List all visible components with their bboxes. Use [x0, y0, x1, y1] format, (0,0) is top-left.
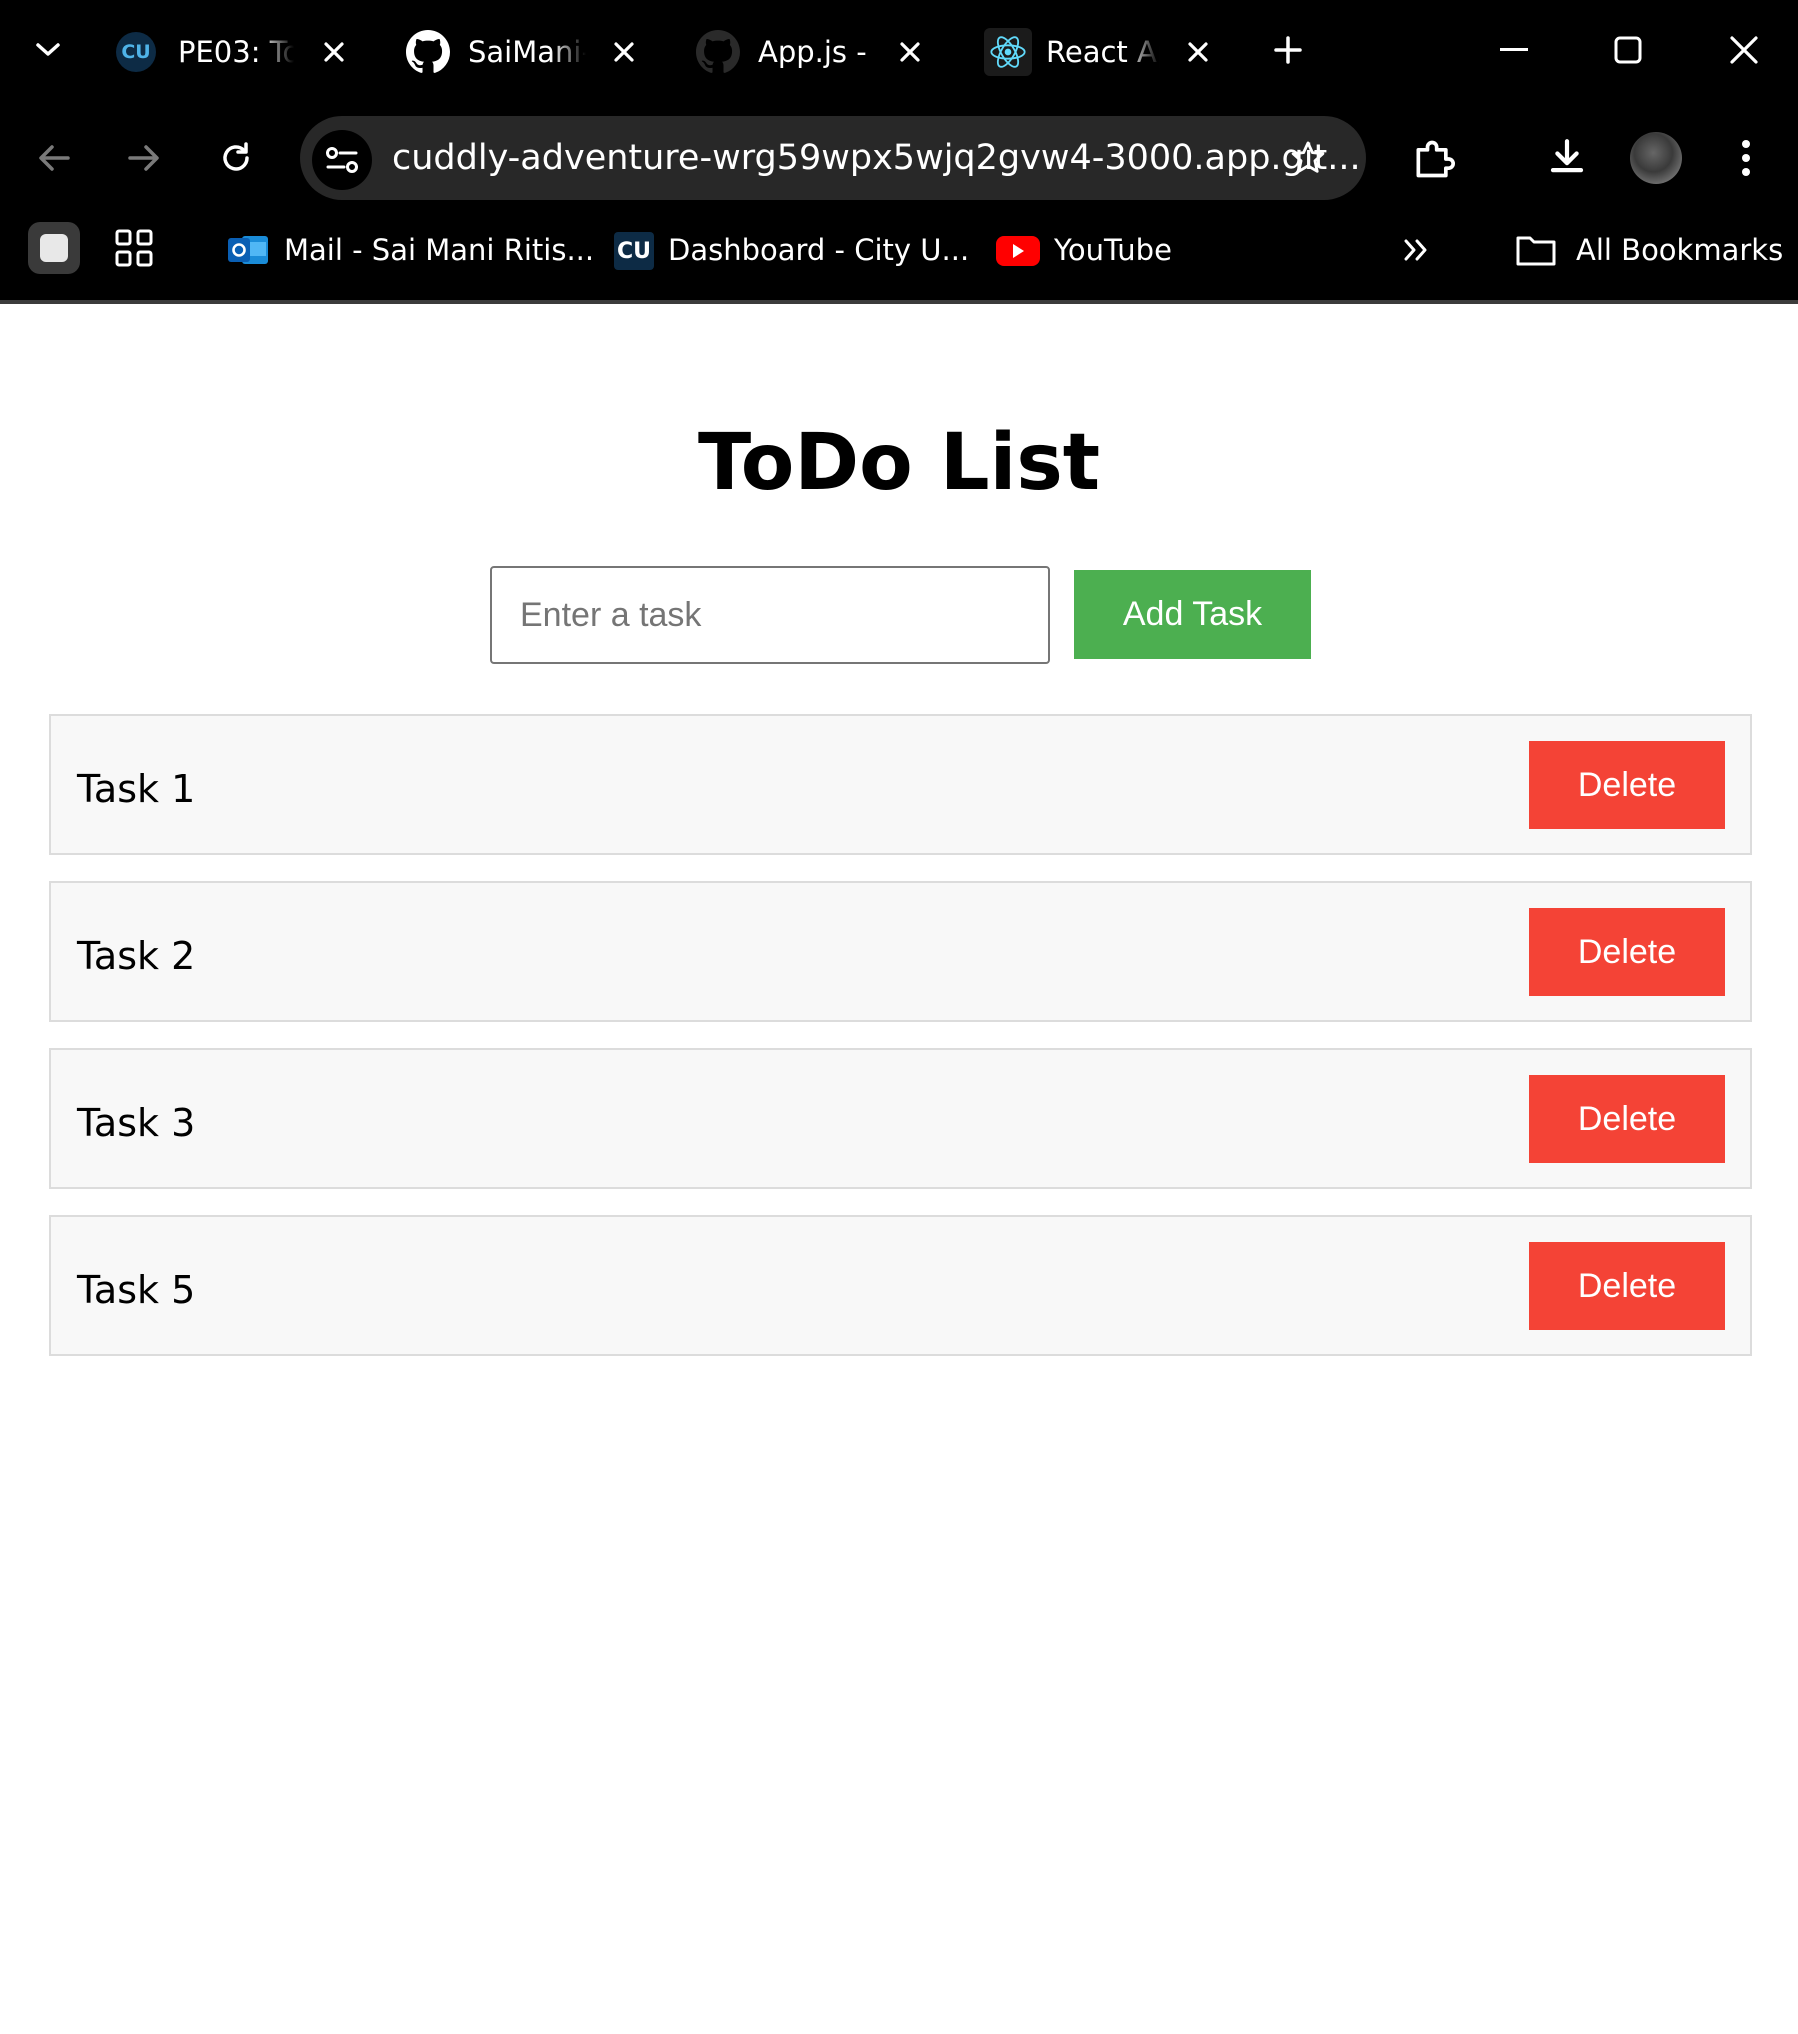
maximize-icon[interactable]: [1608, 30, 1648, 70]
task-list: Task 1 Delete Task 2 Delete Task 3 Delet…: [49, 714, 1752, 1382]
download-icon[interactable]: [1542, 132, 1592, 182]
task-text: Task 2: [77, 934, 196, 978]
delete-button[interactable]: Delete: [1529, 908, 1725, 996]
back-arrow-icon[interactable]: [34, 138, 74, 178]
outlook-icon: [228, 232, 270, 268]
toolbar-divider: [0, 300, 1798, 304]
task-item: Task 2 Delete: [49, 881, 1752, 1022]
extensions-icon[interactable]: [1408, 134, 1458, 184]
all-bookmarks-label[interactable]: All Bookmarks: [1576, 228, 1783, 272]
delete-button[interactable]: Delete: [1529, 741, 1725, 829]
tab-title: PE03: To: [178, 35, 294, 69]
browser-chrome: CU PE03: To SaiMani- App.js - React Ap: [0, 0, 1798, 304]
bookmark-label: Dashboard - City U...: [668, 233, 970, 267]
apps-grid-icon[interactable]: [112, 226, 156, 270]
task-item: Task 1 Delete: [49, 714, 1752, 855]
task-text: Task 5: [77, 1268, 196, 1312]
react-icon: [984, 28, 1032, 76]
minimize-icon[interactable]: [1494, 30, 1534, 70]
forward-arrow-icon[interactable]: [124, 138, 164, 178]
cu-logo-icon: CU: [614, 232, 654, 270]
task-text: Task 3: [77, 1101, 196, 1145]
url-text[interactable]: cuddly-adventure-wrg59wpx5wjq2gvw4-3000.…: [392, 134, 1361, 182]
github-icon: [694, 28, 742, 76]
more-menu-icon[interactable]: [1726, 136, 1766, 180]
task-text: Task 1: [77, 767, 196, 811]
close-window-icon[interactable]: [1724, 30, 1764, 70]
cu-logo-icon: CU: [116, 32, 156, 72]
task-item: Task 3 Delete: [49, 1048, 1752, 1189]
github-icon: [404, 28, 452, 76]
tab-title: React Ap: [1046, 35, 1160, 69]
add-task-button[interactable]: Add Task: [1074, 570, 1311, 659]
reload-icon[interactable]: [214, 136, 258, 180]
tab-groups-square-icon[interactable]: [28, 222, 80, 274]
bookmark-label: YouTube: [1054, 233, 1172, 267]
tab-title: App.js -: [758, 35, 867, 69]
bookmark-star-icon[interactable]: [1286, 136, 1330, 180]
site-info-icon[interactable]: [312, 130, 372, 190]
task-item: Task 5 Delete: [49, 1215, 1752, 1356]
close-tab-icon[interactable]: [892, 34, 928, 70]
profile-avatar[interactable]: [1630, 132, 1682, 184]
new-tab-icon[interactable]: [1268, 30, 1308, 70]
close-tab-icon[interactable]: [1180, 34, 1216, 70]
delete-button[interactable]: Delete: [1529, 1242, 1725, 1330]
tab-title: SaiMani-: [468, 35, 586, 69]
tab-search-chevron-icon[interactable]: [28, 28, 68, 72]
youtube-icon: [996, 236, 1040, 266]
double-chevron-right-icon[interactable]: [1396, 230, 1436, 270]
page-title: ToDo List: [697, 418, 1101, 508]
bookmark-label: Mail - Sai Mani Ritis...: [284, 233, 595, 267]
folder-icon[interactable]: [1514, 228, 1558, 272]
close-tab-icon[interactable]: [316, 34, 352, 70]
close-tab-icon[interactable]: [606, 34, 642, 70]
task-input[interactable]: [490, 566, 1050, 664]
delete-button[interactable]: Delete: [1529, 1075, 1725, 1163]
